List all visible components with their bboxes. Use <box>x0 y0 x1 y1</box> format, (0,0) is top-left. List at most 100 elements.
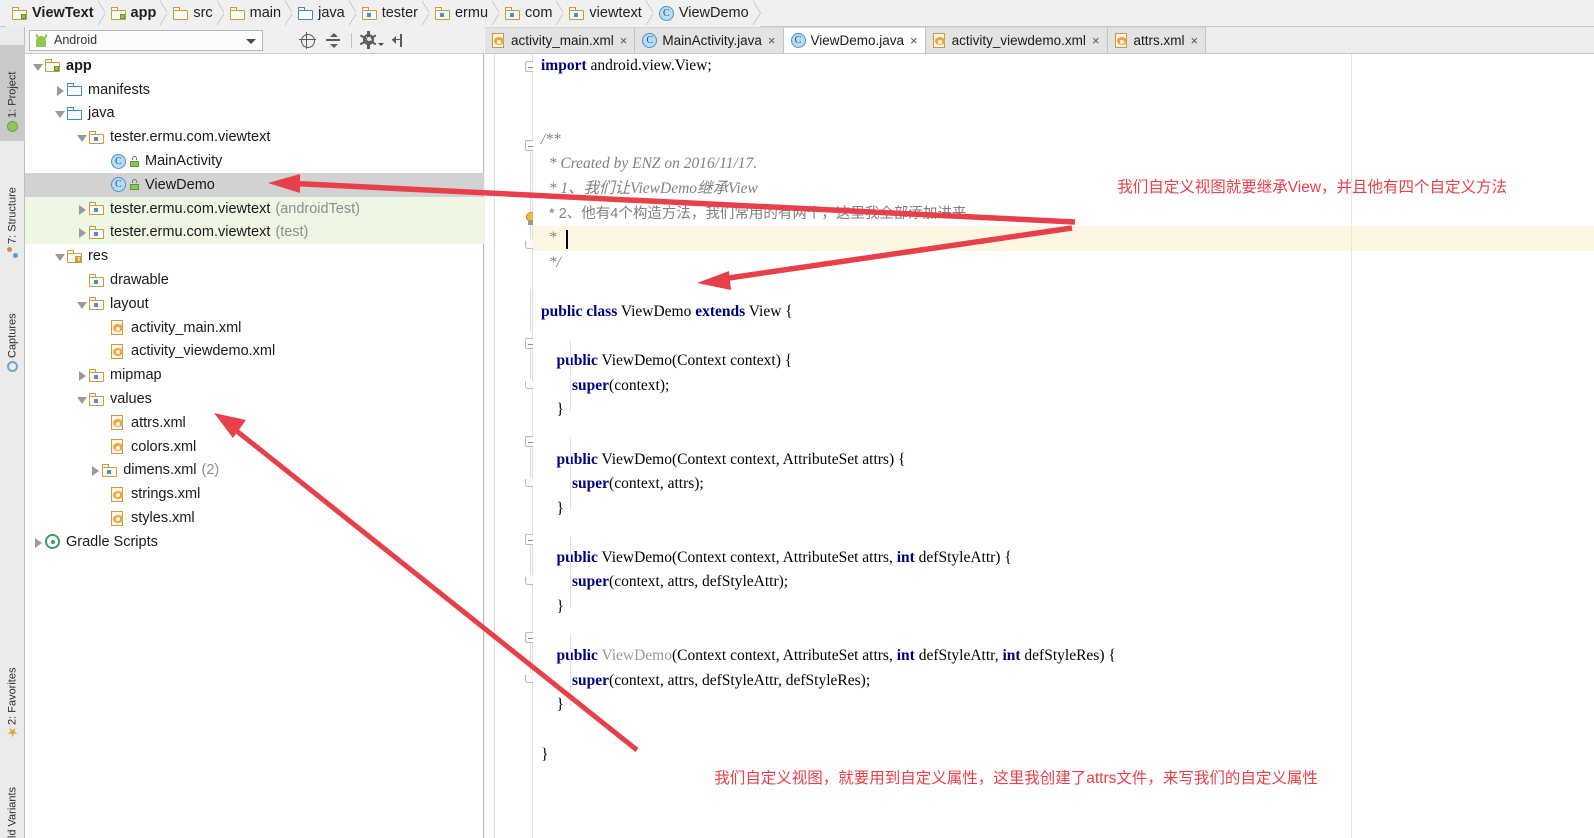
tree-node-dimens-xml[interactable]: dimens.xml (2) <box>25 459 484 483</box>
tool-window-tab-structure[interactable]: 7: Structure <box>0 155 25 267</box>
left-tool-strip: 1: Project 7: Structure Captures ★ 2: Favori… <box>0 27 25 838</box>
tool-window-tab-label: Build Variants <box>6 786 19 838</box>
twisty-placeholder <box>75 273 89 287</box>
tool-window-tab-label: Captures <box>6 313 19 358</box>
twisty-placeholder <box>97 178 111 192</box>
editor-tab-activity-main-xml[interactable]: activity_main.xml × <box>485 27 636 53</box>
folder-icon <box>173 6 189 20</box>
tree-node-colors-xml[interactable]: colors.xml <box>25 435 484 459</box>
close-icon[interactable]: × <box>768 33 776 48</box>
breadcrumb-item-viewdemo[interactable]: C ViewDemo <box>652 0 761 27</box>
tree-node-styles-xml[interactable]: styles.xml <box>25 506 484 530</box>
tree-node-activity-main-xml[interactable]: activity_main.xml <box>25 316 484 340</box>
collapse-chevron-icon[interactable] <box>75 130 89 144</box>
tree-node-drawable[interactable]: drawable <box>25 268 484 292</box>
breadcrumb-item-label: viewtext <box>589 5 642 21</box>
close-icon[interactable]: × <box>620 33 628 48</box>
star-icon: ★ <box>7 725 19 740</box>
tree-node-mipmap[interactable]: mipmap <box>25 363 484 387</box>
editor-tab-activity-viewdemo-xml[interactable]: activity_viewdemo.xml × <box>925 27 1108 53</box>
twisty-placeholder <box>97 487 111 501</box>
tree-node-manifests[interactable]: manifests <box>25 78 484 102</box>
collapse-chevron-icon[interactable] <box>75 297 89 311</box>
tree-node-attrs-xml[interactable]: attrs.xml <box>25 411 484 435</box>
breadcrumb-item-java[interactable]: java <box>292 0 357 27</box>
breadcrumb-item-tester[interactable]: tester <box>355 0 431 27</box>
locate-in-tree-icon[interactable] <box>299 31 316 49</box>
editor-tab-mainactivity-java[interactable]: C MainActivity.java × <box>635 27 784 53</box>
tree-node-strings-xml[interactable]: strings.xml <box>25 482 484 506</box>
tree-node-label: strings.xml <box>131 486 201 503</box>
text-caret <box>566 230 568 249</box>
tree-node-tester-ermu-com-viewtext[interactable]: tester.ermu.com.viewtext <box>25 125 484 149</box>
java-class-icon: C <box>658 5 674 21</box>
project-panel: Android app manifests java tester.ermu.com.… <box>25 27 484 838</box>
collapse-chevron-icon[interactable] <box>53 106 67 120</box>
breadcrumb-item-label: src <box>193 5 213 21</box>
breadcrumb-item-src[interactable]: src <box>167 0 226 27</box>
tool-window-tab-favorites[interactable]: ★ 2: Favorites <box>0 637 25 747</box>
hide-panel-icon[interactable] <box>387 32 404 49</box>
expand-chevron-icon[interactable] <box>75 202 89 216</box>
collapse-chevron-icon[interactable] <box>31 59 45 73</box>
tree-node-values[interactable]: values <box>25 387 484 411</box>
expand-chevron-icon[interactable] <box>31 535 45 549</box>
close-icon[interactable]: × <box>1191 33 1199 48</box>
editor-tab-label: activity_viewdemo.xml <box>951 33 1086 48</box>
twisty-placeholder <box>97 344 111 358</box>
expand-chevron-icon[interactable] <box>75 368 89 382</box>
expand-chevron-icon[interactable] <box>53 83 67 97</box>
tool-window-tab-captures[interactable]: Captures <box>0 283 25 381</box>
editor-tab-label: activity_main.xml <box>511 33 614 48</box>
code-line: import android.view.View; <box>541 57 712 74</box>
breadcrumb-item-label: ermu <box>454 5 489 21</box>
code-line: super(context, attrs, defStyleAttr, defS… <box>572 671 871 689</box>
fold-region-bar <box>530 447 531 477</box>
xml-layout-icon <box>111 439 125 455</box>
breadcrumb-item-viewtext[interactable]: viewtext <box>563 0 655 27</box>
fold-region-bar <box>530 151 531 239</box>
project-tree[interactable]: app manifests java tester.ermu.com.viewtext… <box>25 54 484 838</box>
breadcrumb-item-app[interactable]: app <box>104 0 169 27</box>
close-icon[interactable]: × <box>910 33 918 48</box>
collapse-all-icon[interactable] <box>325 32 342 49</box>
gear-settings-icon[interactable] <box>360 31 384 49</box>
folder-module-icon <box>110 6 126 20</box>
expand-chevron-icon[interactable] <box>88 463 102 477</box>
tree-node-java[interactable]: java <box>25 102 484 126</box>
code-line: public ViewDemo(Context context) { <box>556 352 793 370</box>
indent-guide <box>570 536 571 608</box>
twisty-placeholder <box>97 321 111 335</box>
tree-node-mainactivity[interactable]: C MainActivity <box>25 149 484 173</box>
tool-window-tab-project[interactable]: 1: Project <box>0 45 25 141</box>
java-class-icon: C <box>111 177 126 193</box>
collapse-chevron-icon[interactable] <box>75 392 89 406</box>
editor-tab-viewdemo-java[interactable]: C ViewDemo.java × <box>783 27 926 53</box>
tool-window-tab-buildvariants[interactable]: Build Variants <box>0 767 25 838</box>
tree-node-layout[interactable]: layout <box>25 292 484 316</box>
tree-node-app[interactable]: app <box>25 54 484 78</box>
twisty-placeholder <box>97 440 111 454</box>
xml-layout-icon <box>111 343 125 359</box>
tree-node-tester-ermu-com-viewtext[interactable]: tester.ermu.com.viewtext (test) <box>25 220 484 245</box>
scope-select[interactable]: Android <box>29 29 263 51</box>
breadcrumb-item-viewtext[interactable]: ViewText <box>6 0 106 27</box>
tree-node-viewdemo[interactable]: C ViewDemo <box>25 172 484 197</box>
editor-tab-attrs-xml[interactable]: attrs.xml × <box>1107 27 1207 53</box>
breadcrumb-item-com[interactable]: com <box>499 0 565 27</box>
breadcrumb-item-label: ViewDemo <box>678 5 749 21</box>
tree-node-gradle-scripts[interactable]: Gradle Scripts <box>25 530 484 554</box>
breadcrumb-item-main[interactable]: main <box>223 0 294 27</box>
tree-node-res[interactable]: res <box>25 244 484 268</box>
close-icon[interactable]: × <box>1092 33 1100 48</box>
tree-node-activity-viewdemo-xml[interactable]: activity_viewdemo.xml <box>25 340 484 364</box>
tree-node-tester-ermu-com-viewtext[interactable]: tester.ermu.com.viewtext (androidTest) <box>25 196 484 221</box>
breadcrumb-item-ermu[interactable]: ermu <box>428 0 501 27</box>
editor-gutter[interactable] <box>485 54 536 838</box>
tree-node-label: ViewDemo <box>145 176 215 193</box>
expand-chevron-icon[interactable] <box>75 225 89 239</box>
collapse-chevron-icon[interactable] <box>53 249 67 263</box>
